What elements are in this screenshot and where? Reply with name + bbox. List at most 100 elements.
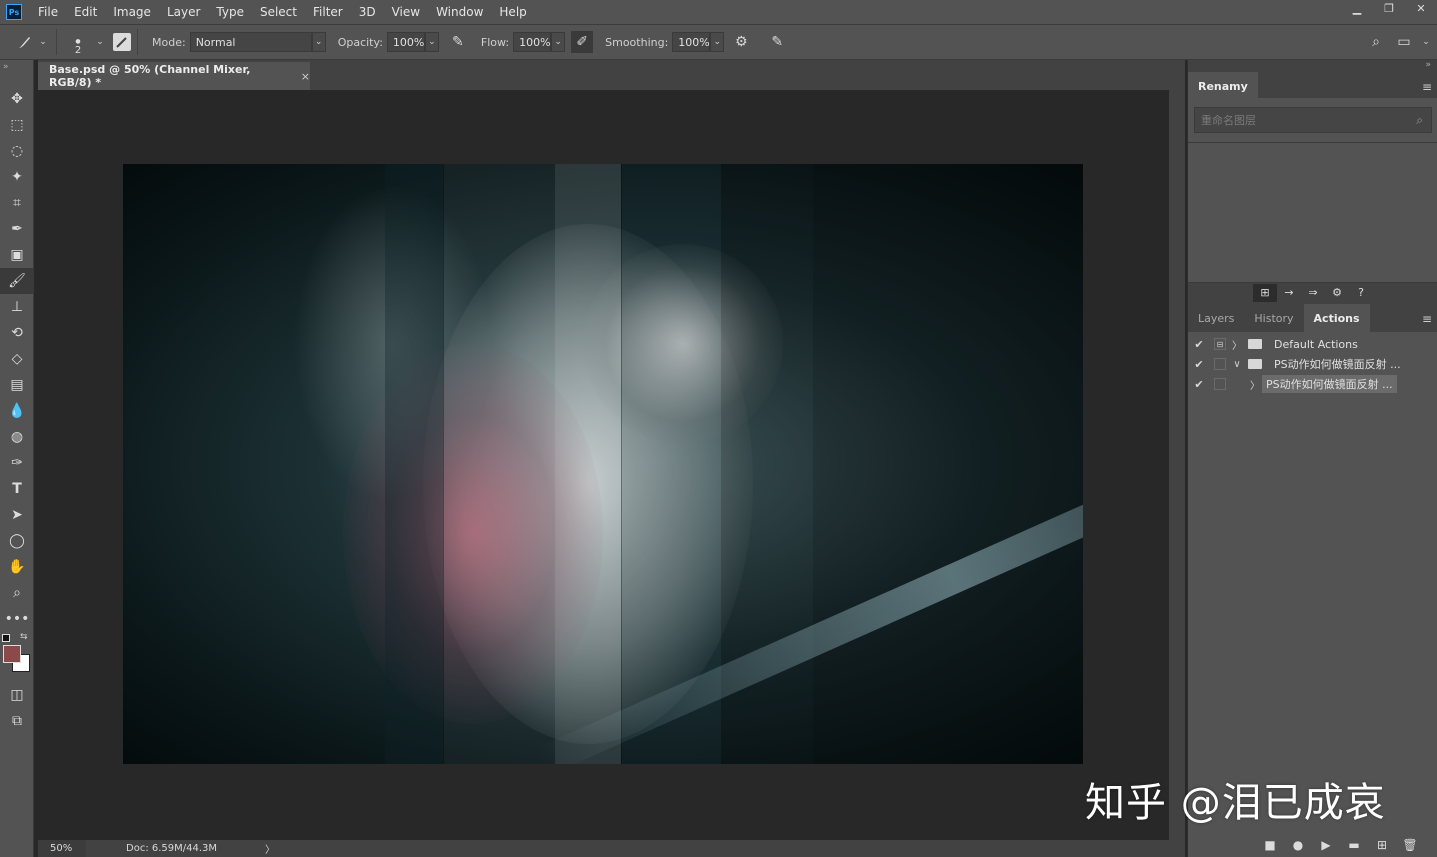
blur-tool-icon[interactable]: 💧 [0, 398, 34, 424]
settings-gear-icon[interactable]: ⚙ [1325, 284, 1349, 302]
collapse-arrow-icon[interactable]: ∨ [1230, 359, 1244, 370]
dialog-toggle-icon[interactable] [1214, 358, 1226, 370]
workspace-icon[interactable]: ▭ [1393, 31, 1415, 53]
menu-file[interactable]: File [30, 0, 66, 24]
flow-input[interactable]: 100% [513, 32, 552, 52]
menu-window[interactable]: Window [428, 0, 491, 24]
opacity-dropdown-icon[interactable]: ⌄ [424, 32, 439, 52]
menu-help[interactable]: Help [491, 0, 534, 24]
search-icon[interactable]: ⌕ [1416, 113, 1423, 128]
mode-select[interactable]: Normal [189, 32, 312, 52]
smoothing-dropdown-icon[interactable]: ⌄ [710, 32, 725, 52]
restore-icon[interactable]: ❐ [1373, 0, 1405, 16]
brush-size-picker[interactable]: ● 2 [63, 28, 93, 56]
brush-preset-dropdown[interactable]: ⌄ [36, 32, 50, 52]
pen-tool-icon[interactable]: ✑ [0, 450, 34, 476]
gradient-tool-icon[interactable]: ▤ [0, 372, 34, 398]
dialog-toggle-icon[interactable]: ⊟ [1214, 338, 1226, 350]
help-icon[interactable]: ? [1349, 284, 1373, 302]
tab-renamy[interactable]: Renamy [1188, 72, 1258, 100]
menu-3d[interactable]: 3D [351, 0, 384, 24]
panel-menu-icon[interactable]: ≡ [1422, 80, 1432, 94]
trash-icon[interactable]: 🗑 [1396, 838, 1424, 852]
flow-dropdown-icon[interactable]: ⌄ [551, 32, 566, 52]
search-icon[interactable]: ⌕ [1365, 31, 1387, 53]
more-tools-icon[interactable]: ••• [0, 606, 34, 632]
airbrush-icon[interactable]: ✐ [571, 31, 594, 53]
crop-tool-icon[interactable]: ⌗ [0, 190, 34, 216]
new-set-folder-icon[interactable]: ▬ [1340, 838, 1368, 852]
menu-view[interactable]: View [384, 0, 428, 24]
minimize-icon[interactable]: ▁ [1341, 0, 1373, 16]
path-selection-tool-icon[interactable]: ➤ [0, 502, 34, 528]
color-swatches[interactable]: ⇆ [0, 632, 34, 682]
canvas-image[interactable] [123, 164, 1083, 764]
pressure-size-icon[interactable]: ✎ [766, 31, 788, 53]
action-set-row[interactable]: ✔ ∨ PS动作如何做镜面反射 ... [1188, 354, 1420, 374]
dodge-tool-icon[interactable]: ◍ [0, 424, 34, 450]
new-action-icon[interactable]: ⊞ [1368, 838, 1396, 852]
marquee-tool-icon[interactable]: ⬚ [0, 112, 34, 138]
default-colors-icon[interactable] [2, 634, 10, 642]
play-icon[interactable]: ▶ [1312, 838, 1340, 852]
tools-collapse-icon[interactable]: » [0, 60, 33, 86]
zoom-tool-icon[interactable]: ⌕ [0, 580, 34, 606]
smoothing-gear-icon[interactable]: ⚙ [730, 31, 752, 53]
menu-edit[interactable]: Edit [66, 0, 105, 24]
pressure-opacity-icon[interactable]: ✎ [447, 31, 469, 53]
expand-arrow-icon[interactable]: 〉 [1230, 337, 1244, 352]
panel-menu-icon[interactable]: ≡ [1422, 312, 1432, 326]
frame-tool-icon[interactable]: ▣ [0, 242, 34, 268]
magic-wand-tool-icon[interactable]: ✦ [0, 164, 34, 190]
expand-arrow-icon[interactable]: 〉 [1248, 377, 1262, 392]
zoom-level-field[interactable]: 50% [38, 840, 86, 857]
toggle-check-icon[interactable]: ✔ [1188, 338, 1210, 351]
move-tool-icon[interactable]: ✥ [0, 86, 34, 112]
hand-tool-icon[interactable]: ✋ [0, 554, 34, 580]
smoothing-input[interactable]: 100% [672, 32, 711, 52]
foreground-color-swatch[interactable] [3, 645, 21, 663]
arrow-right-icon[interactable]: → [1277, 284, 1301, 302]
menu-layer[interactable]: Layer [159, 0, 208, 24]
dock-collapse-icon[interactable]: » [1425, 60, 1431, 70]
opacity-input[interactable]: 100% [386, 32, 425, 52]
lasso-tool-icon[interactable]: ◌ [0, 138, 34, 164]
close-icon[interactable]: ✕ [1405, 0, 1437, 16]
tab-actions[interactable]: Actions [1303, 304, 1370, 332]
rename-icon[interactable]: ⊞ [1253, 283, 1277, 302]
brush-settings-icon[interactable] [113, 33, 131, 51]
ellipse-tool-icon[interactable]: ◯ [0, 528, 34, 554]
rename-layer-input[interactable]: 重命名图层 ⌕ [1194, 107, 1432, 133]
action-set-row[interactable]: ✔ ⊟ 〉 Default Actions [1188, 334, 1420, 354]
brush-tool-icon[interactable]: 🖌 [0, 268, 34, 294]
dialog-toggle-icon[interactable] [1214, 378, 1226, 390]
menu-filter[interactable]: Filter [305, 0, 351, 24]
tab-layers[interactable]: Layers [1188, 304, 1244, 332]
brush-preset-icon[interactable] [14, 31, 36, 53]
menu-type[interactable]: Type [208, 0, 252, 24]
double-arrow-icon[interactable]: ⇒ [1301, 284, 1325, 302]
menu-select[interactable]: Select [252, 0, 305, 24]
quick-mask-icon[interactable]: ◫ [0, 682, 34, 708]
vertical-scrollbar[interactable] [1169, 90, 1185, 840]
status-menu-arrow[interactable]: 〉 [265, 841, 275, 856]
type-tool-icon[interactable]: T [0, 476, 34, 502]
action-row[interactable]: ✔ 〉 PS动作如何做镜面反射 ... [1188, 374, 1420, 394]
screen-mode-icon[interactable]: ⧉ [0, 708, 34, 734]
toggle-check-icon[interactable]: ✔ [1188, 358, 1210, 371]
document-tab[interactable]: Base.psd @ 50% (Channel Mixer, RGB/8) * … [38, 62, 310, 90]
eraser-tool-icon[interactable]: ◇ [0, 346, 34, 372]
toggle-check-icon[interactable]: ✔ [1188, 378, 1210, 391]
swap-colors-icon[interactable]: ⇆ [20, 632, 28, 642]
mode-dropdown-icon[interactable]: ⌄ [311, 32, 326, 52]
workspace-dropdown-icon[interactable]: ⌄ [1419, 32, 1433, 52]
brush-size-dropdown[interactable]: ⌄ [93, 32, 107, 52]
stamp-tool-icon[interactable]: ⊥ [0, 294, 34, 320]
close-tab-icon[interactable]: × [301, 70, 310, 83]
stop-icon[interactable]: ■ [1256, 838, 1284, 852]
menu-image[interactable]: Image [105, 0, 159, 24]
history-brush-tool-icon[interactable]: ⟲ [0, 320, 34, 346]
tab-history[interactable]: History [1244, 304, 1303, 332]
eyedropper-tool-icon[interactable]: ✒ [0, 216, 34, 242]
record-icon[interactable]: ● [1284, 838, 1312, 852]
